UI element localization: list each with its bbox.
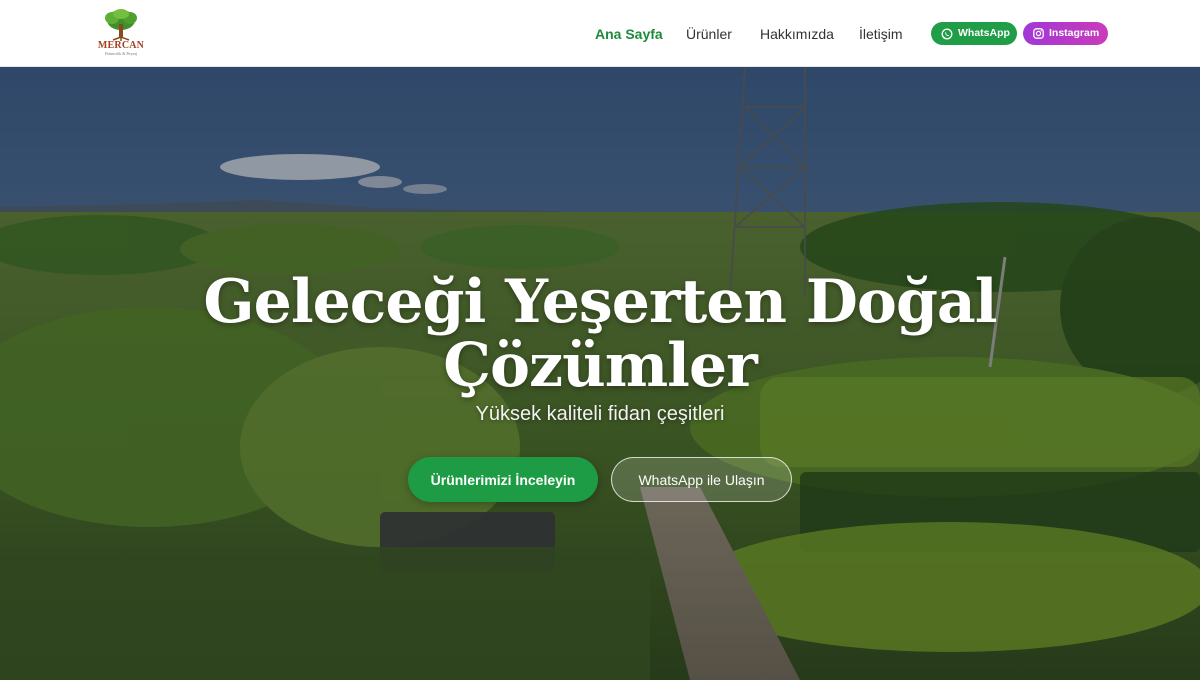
hero-title: Geleceği Yeşerten Doğal Çözümler xyxy=(150,270,1050,398)
browse-products-button[interactable]: Ürünlerimizi İnceleyin xyxy=(408,457,598,502)
instagram-button[interactable]: Instagram xyxy=(1023,22,1108,45)
instagram-icon xyxy=(1033,28,1044,39)
hero-subtitle: Yüksek kaliteli fidan çeşitleri xyxy=(475,403,725,425)
tree-icon xyxy=(105,9,137,41)
whatsapp-label: WhatsApp xyxy=(958,27,1010,39)
whatsapp-contact-button[interactable]: WhatsApp ile Ulaşın xyxy=(611,457,792,502)
nav-contact[interactable]: İletişim xyxy=(859,24,903,44)
logo-name: MERCAN xyxy=(97,40,145,51)
nav-about[interactable]: Hakkımızda xyxy=(760,24,834,44)
site-logo[interactable]: MERCAN Fidancılık & Peyzaj xyxy=(97,8,145,60)
hero-section: Geleceği Yeşerten Doğal Çözümler Yüksek … xyxy=(0,67,1200,680)
hero-title-line2: Çözümler xyxy=(443,331,758,401)
instagram-label: Instagram xyxy=(1049,27,1100,39)
whatsapp-button[interactable]: WhatsApp xyxy=(931,22,1017,45)
whatsapp-icon xyxy=(941,28,953,39)
nav-home[interactable]: Ana Sayfa xyxy=(595,24,663,44)
site-header: MERCAN Fidancılık & Peyzaj Ana Sayfa Ürü… xyxy=(0,0,1200,67)
nav-products[interactable]: Ürünler xyxy=(686,24,732,44)
logo-tagline: Fidancılık & Peyzaj xyxy=(105,51,137,56)
hero-title-line1: Geleceği Yeşerten Doğal xyxy=(203,267,997,337)
